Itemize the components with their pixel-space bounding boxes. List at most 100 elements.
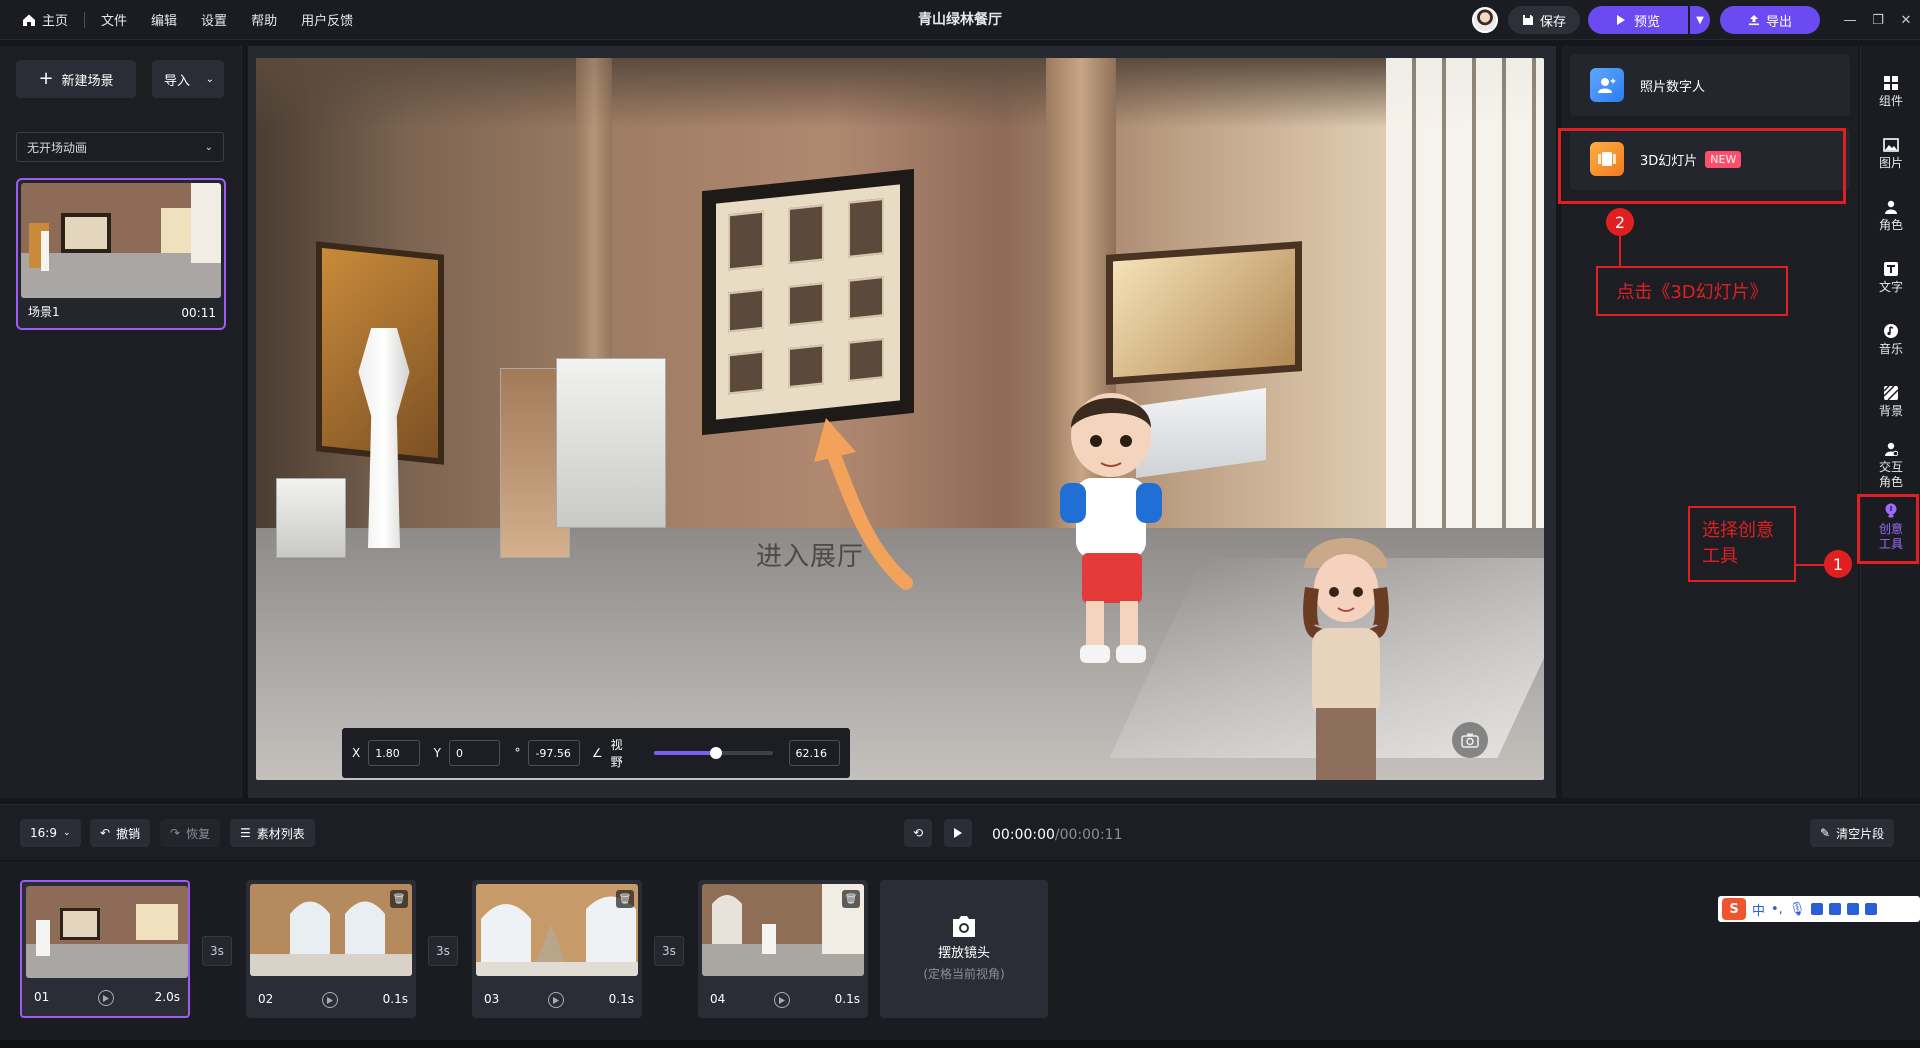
playback-time: 00:00:00/00:00:11 bbox=[992, 827, 1122, 843]
y-input[interactable]: 0 bbox=[449, 740, 501, 766]
image-icon bbox=[1882, 136, 1900, 154]
camera-icon bbox=[1461, 733, 1479, 748]
clip-play-button[interactable] bbox=[774, 992, 790, 1008]
timeline-clip[interactable]: 🗑 03 0.1s bbox=[472, 880, 642, 1018]
timeline-clip[interactable]: 🗑 04 0.1s bbox=[698, 880, 868, 1018]
step-2-connector bbox=[1619, 236, 1621, 266]
close-button[interactable]: ✕ bbox=[1892, 0, 1920, 40]
scene-card[interactable]: 场景1 00:11 bbox=[16, 178, 226, 330]
rail-images[interactable]: 图片 bbox=[1861, 136, 1920, 171]
boy-character[interactable] bbox=[1046, 383, 1176, 683]
minimize-button[interactable]: — bbox=[1836, 0, 1864, 40]
fov-slider[interactable] bbox=[654, 747, 773, 759]
photo-avatar-tool[interactable]: 照片数字人 bbox=[1570, 54, 1850, 116]
keyboard-icon[interactable] bbox=[1811, 903, 1824, 915]
export-label: 导出 bbox=[1765, 14, 1792, 30]
list-icon: ☰ bbox=[240, 826, 251, 840]
rail-interactive-characters[interactable]: 交互角色 bbox=[1861, 440, 1920, 490]
toolbox-icon[interactable] bbox=[1847, 903, 1860, 915]
y-value: 0 bbox=[456, 746, 464, 760]
clip-play-button[interactable] bbox=[322, 992, 338, 1008]
rail-components[interactable]: 组件 bbox=[1861, 74, 1920, 109]
x-input[interactable]: 1.80 bbox=[368, 740, 420, 766]
clip-play-button[interactable] bbox=[548, 992, 564, 1008]
rotation-input[interactable]: -97.56 bbox=[528, 740, 580, 766]
preview-button[interactable]: 预览 bbox=[1588, 6, 1688, 34]
place-camera-label: 摆放镜头 bbox=[937, 946, 990, 961]
step-2-text: 点击《3D幻灯片》 bbox=[1616, 282, 1768, 303]
step-1-connector bbox=[1796, 564, 1824, 566]
menu-home[interactable]: 主页 bbox=[14, 6, 76, 33]
fov-slider-handle[interactable] bbox=[709, 747, 722, 759]
snapshot-button[interactable] bbox=[1452, 722, 1488, 758]
export-button[interactable]: 导出 bbox=[1720, 6, 1820, 34]
clip-duration: 2.0s bbox=[154, 990, 180, 1004]
save-button[interactable]: 保存 bbox=[1507, 6, 1580, 34]
restore-button[interactable]: ❐ bbox=[1864, 0, 1892, 40]
transition-duration[interactable]: 3s bbox=[654, 936, 684, 966]
play-button[interactable] bbox=[944, 819, 972, 847]
place-camera-button[interactable]: 摆放镜头 (定格当前视角) bbox=[880, 880, 1048, 1018]
stage-caption[interactable]: 进入展厅 bbox=[756, 536, 864, 573]
redo-button[interactable]: ↷ 恢复 bbox=[160, 819, 221, 847]
new-scene-button[interactable]: + 新建场景 bbox=[16, 60, 136, 98]
clip-number: 04 bbox=[710, 992, 726, 1006]
skin-icon[interactable] bbox=[1829, 903, 1842, 915]
user-avatar[interactable] bbox=[1471, 7, 1498, 33]
menu-help[interactable]: 帮助 bbox=[243, 6, 285, 33]
aspect-ratio-select[interactable]: 16:9 ⌄ bbox=[20, 819, 81, 847]
rail-label: 组件 bbox=[1878, 94, 1903, 108]
undo-icon: ↶ bbox=[100, 826, 111, 840]
rail-music[interactable]: 音乐 bbox=[1861, 322, 1920, 357]
menu-file[interactable]: 文件 bbox=[93, 6, 135, 33]
play-icon bbox=[553, 996, 559, 1004]
play-icon bbox=[103, 994, 109, 1002]
step-1-text: 选择创意工具 bbox=[1702, 520, 1774, 567]
asset-list-button[interactable]: ☰ 素材列表 bbox=[230, 819, 315, 847]
delete-clip-button[interactable]: 🗑 bbox=[842, 890, 860, 908]
clear-clips-button[interactable]: ✎ 清空片段 bbox=[1810, 819, 1895, 847]
microphone-icon[interactable]: 🎙 bbox=[1789, 902, 1806, 917]
transition-duration[interactable]: 3s bbox=[428, 936, 458, 966]
rail-text[interactable]: 文字 bbox=[1861, 260, 1920, 295]
background-icon bbox=[1882, 384, 1900, 402]
menu-settings[interactable]: 设置 bbox=[193, 6, 235, 33]
loop-button[interactable]: ⟲ bbox=[904, 819, 932, 847]
rail-characters[interactable]: 角色 bbox=[1861, 198, 1920, 233]
settings-icon[interactable] bbox=[1865, 903, 1878, 915]
rotation-value: -97.56 bbox=[535, 746, 571, 760]
opening-animation-select[interactable]: 无开场动画 ⌄ bbox=[16, 132, 224, 162]
wall-window-right bbox=[1106, 241, 1302, 385]
preview-dropdown-button[interactable]: ▼ bbox=[1690, 6, 1710, 34]
x-label: X bbox=[352, 746, 361, 760]
scene-thumbnail bbox=[21, 183, 221, 298]
timeline-clip[interactable]: 01 2.0s bbox=[20, 880, 190, 1018]
ime-punctuation[interactable]: •, bbox=[1771, 902, 1783, 917]
main-menu: 主页 文件 编辑 设置 帮助 用户反馈 bbox=[0, 0, 369, 40]
transition-duration[interactable]: 3s bbox=[202, 936, 232, 966]
menu-feedback[interactable]: 用户反馈 bbox=[293, 6, 361, 33]
menu-edit[interactable]: 编辑 bbox=[143, 6, 185, 33]
scene-viewport[interactable]: 进入展厅 X 1.80 Y 0 ° -97.56 ∠ 视野 62.16 bbox=[256, 58, 1544, 780]
asset-list-label: 素材列表 bbox=[256, 826, 305, 841]
exhibit-tile bbox=[848, 198, 884, 258]
delete-clip-button[interactable]: 🗑 bbox=[616, 890, 634, 908]
rotation-label: ° bbox=[514, 746, 521, 760]
clip-duration: 0.1s bbox=[834, 992, 860, 1006]
timeline-clip[interactable]: 🗑 02 0.1s bbox=[246, 880, 416, 1018]
ime-logo[interactable]: S bbox=[1722, 898, 1746, 920]
girl-character[interactable] bbox=[1286, 528, 1406, 780]
undo-button[interactable]: ↶ 撤销 bbox=[90, 819, 151, 847]
fov-input[interactable]: 62.16 bbox=[788, 740, 840, 766]
clip-play-button[interactable] bbox=[98, 990, 114, 1006]
hall-window bbox=[1386, 58, 1544, 578]
rail-label: 角色 bbox=[1878, 218, 1903, 232]
rail-label: 文字 bbox=[1878, 280, 1903, 294]
rail-background[interactable]: 背景 bbox=[1861, 384, 1920, 419]
rail-label: 图片 bbox=[1878, 156, 1903, 170]
delete-clip-button[interactable]: 🗑 bbox=[390, 890, 408, 908]
exhibit-tile bbox=[728, 210, 764, 271]
import-button[interactable]: 导入 ⌄ bbox=[152, 60, 224, 98]
ime-language[interactable]: 中 bbox=[1752, 900, 1765, 919]
fov-label: 视野 bbox=[610, 738, 623, 769]
